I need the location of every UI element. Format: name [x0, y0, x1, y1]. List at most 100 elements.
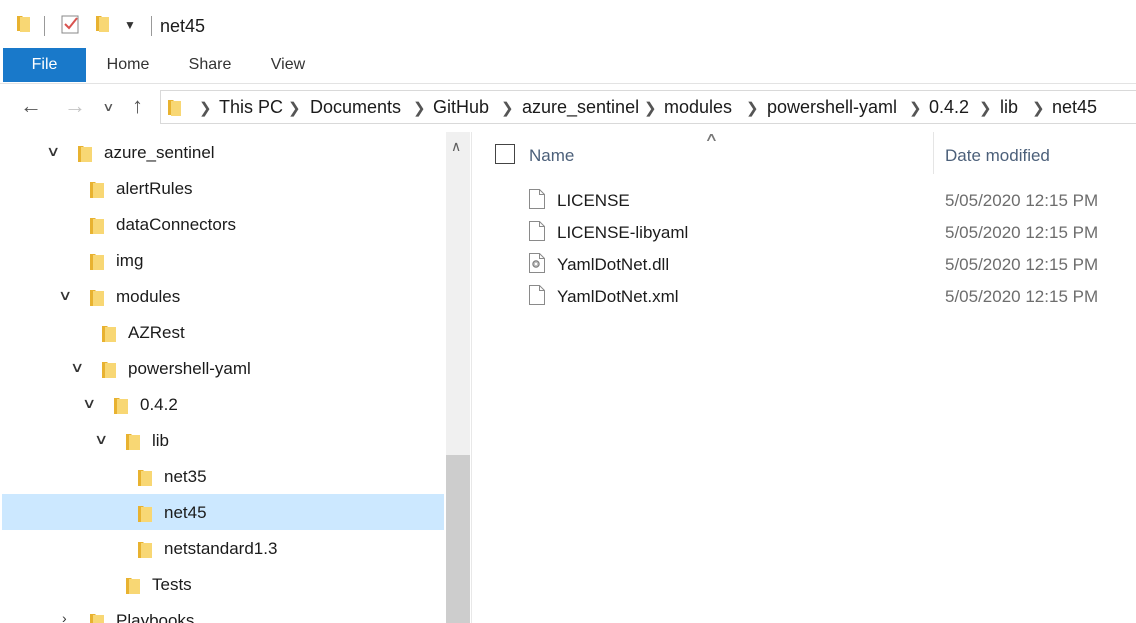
breadcrumb-item[interactable]: azure_sentinel [522, 97, 639, 118]
navigation-bar: ← → ∨ ↑ ❯ This PC ❯ Documents ❯ GitHub ❯… [0, 84, 1136, 130]
tree-item-playbooks[interactable]: › Playbooks [2, 602, 444, 623]
file-date: 5/05/2020 12:15 PM [945, 287, 1099, 306]
breadcrumb-chevron-icon[interactable]: ❯ [501, 99, 514, 117]
folder-icon [126, 578, 140, 594]
tree-item-dataconnectors[interactable]: dataConnectors [2, 206, 444, 242]
tree-item-label: azure_sentinel [104, 143, 215, 162]
tree-item-label: alertRules [116, 179, 193, 198]
file-row[interactable]: LICENSE-libyaml 5/05/2020 12:15 PM [523, 217, 1136, 249]
scroll-up-arrow-icon[interactable]: ∧ [451, 138, 461, 155]
breadcrumb-chevron-icon[interactable]: ❯ [413, 99, 426, 117]
divider [44, 16, 45, 36]
folder-icon [168, 100, 181, 116]
file-date: 5/05/2020 12:15 PM [945, 191, 1099, 210]
properties-icon[interactable] [61, 13, 81, 35]
breadcrumb-chevron-icon[interactable]: ❯ [909, 99, 922, 117]
window-title: net45 [160, 16, 206, 36]
breadcrumb-item[interactable]: 0.4.2 [929, 97, 969, 118]
file-list: ∧ Name Date modified LICENSE 5/05/2020 1… [473, 130, 1136, 623]
folder-icon [102, 326, 116, 342]
breadcrumb-item[interactable]: net45 [1052, 97, 1097, 118]
sort-ascending-icon: ∧ [704, 130, 719, 144]
collapsed-chevron-icon[interactable]: › [62, 610, 67, 623]
back-arrow-icon[interactable]: ← [20, 93, 42, 119]
tree-item-label: AZRest [128, 323, 185, 342]
tree-item-powershell-yaml[interactable]: ∨ powershell-yaml [2, 350, 444, 386]
customize-toolbar-dropdown-icon[interactable]: ▼ [124, 18, 136, 32]
tree-item-azrest[interactable]: AZRest [2, 314, 444, 350]
forward-arrow-icon[interactable]: → [64, 93, 86, 119]
up-arrow-icon[interactable]: ↑ [132, 93, 143, 119]
breadcrumb-item[interactable]: modules [664, 97, 732, 118]
file-row[interactable]: LICENSE 5/05/2020 12:15 PM [523, 185, 1136, 217]
breadcrumb-item[interactable]: powershell-yaml [767, 97, 897, 118]
folder-icon [90, 254, 104, 270]
breadcrumb-chevron-icon[interactable]: ❯ [288, 99, 301, 117]
recent-locations-chevron-icon[interactable]: ∨ [102, 100, 114, 114]
breadcrumb-chevron-icon[interactable]: ❯ [746, 99, 759, 117]
column-divider[interactable] [933, 132, 934, 174]
tree-scrollbar-thumb[interactable] [446, 455, 470, 623]
file-name: YamlDotNet.dll [557, 255, 670, 274]
folder-icon [90, 182, 104, 198]
tree-item-label: netstandard1.3 [164, 539, 278, 558]
file-icon [529, 285, 545, 305]
tree-item-net35[interactable]: net35 [2, 458, 444, 494]
breadcrumb-chevron-icon[interactable]: ❯ [199, 99, 212, 117]
new-folder-icon[interactable] [95, 13, 111, 33]
file-icon [529, 221, 545, 241]
tree-item-net45[interactable]: net45 [2, 494, 444, 530]
tree-item-tests[interactable]: Tests [2, 566, 444, 602]
tree-item-img[interactable]: img [2, 242, 444, 278]
tree-item-label: net35 [164, 467, 207, 486]
folder-icon [138, 470, 152, 486]
folder-icon [90, 218, 104, 234]
tree-item-alertrules[interactable]: alertRules [2, 170, 444, 206]
breadcrumb-chevron-icon[interactable]: ❯ [644, 99, 657, 117]
tab-share[interactable]: Share [182, 48, 238, 82]
tree-item-label: powershell-yaml [128, 359, 251, 378]
folder-icon [138, 506, 152, 522]
tree-item-azure-sentinel[interactable]: ∨ azure_sentinel [2, 134, 444, 170]
pane-divider[interactable] [471, 132, 472, 623]
expanded-chevron-icon[interactable]: ∨ [94, 431, 108, 448]
folder-icon [114, 398, 128, 414]
tree-item-label: lib [152, 431, 170, 450]
breadcrumb-item[interactable]: GitHub [433, 97, 489, 118]
dll-file-icon [529, 253, 545, 273]
folder-icon [17, 16, 30, 32]
folder-icon [126, 434, 140, 450]
expanded-chevron-icon[interactable]: ∨ [70, 359, 84, 376]
tree-item-label: img [116, 251, 144, 270]
folder-icon [90, 290, 104, 306]
expanded-chevron-icon[interactable]: ∨ [46, 143, 60, 160]
folder-icon [90, 614, 104, 623]
expanded-chevron-icon[interactable]: ∨ [58, 287, 72, 304]
select-all-checkbox[interactable] [495, 144, 515, 164]
file-name: YamlDotNet.xml [557, 287, 679, 306]
breadcrumb-chevron-icon[interactable]: ❯ [979, 99, 992, 117]
folder-icon [102, 362, 116, 378]
tree-item-0-4-2[interactable]: ∨ 0.4.2 [2, 386, 444, 422]
tree-item-netstandard1-3[interactable]: netstandard1.3 [2, 530, 444, 566]
breadcrumb-item[interactable]: lib [1000, 97, 1018, 118]
tab-view[interactable]: View [262, 48, 314, 82]
breadcrumb-item[interactable]: Documents [310, 97, 401, 118]
file-row[interactable]: YamlDotNet.dll 5/05/2020 12:15 PM [523, 249, 1136, 281]
tree-item-modules[interactable]: ∨ modules [2, 278, 444, 314]
expanded-chevron-icon[interactable]: ∨ [82, 395, 96, 412]
file-date: 5/05/2020 12:15 PM [945, 255, 1099, 274]
tree-item-lib[interactable]: ∨ lib [2, 422, 444, 458]
column-header-date-modified[interactable]: Date modified [945, 146, 1050, 166]
tree-item-label: Tests [152, 575, 192, 594]
breadcrumb-chevron-icon[interactable]: ❯ [1032, 99, 1045, 117]
tab-home[interactable]: Home [100, 48, 156, 82]
folder-icon [78, 146, 92, 162]
column-header-name[interactable]: Name [529, 146, 574, 166]
file-row[interactable]: YamlDotNet.xml 5/05/2020 12:15 PM [523, 281, 1136, 313]
tree-item-label: 0.4.2 [140, 395, 178, 414]
tab-file[interactable]: File [3, 48, 86, 82]
address-bar[interactable]: ❯ This PC ❯ Documents ❯ GitHub ❯ azure_s… [160, 90, 1136, 124]
divider [151, 16, 152, 36]
breadcrumb-item[interactable]: This PC [219, 97, 283, 118]
